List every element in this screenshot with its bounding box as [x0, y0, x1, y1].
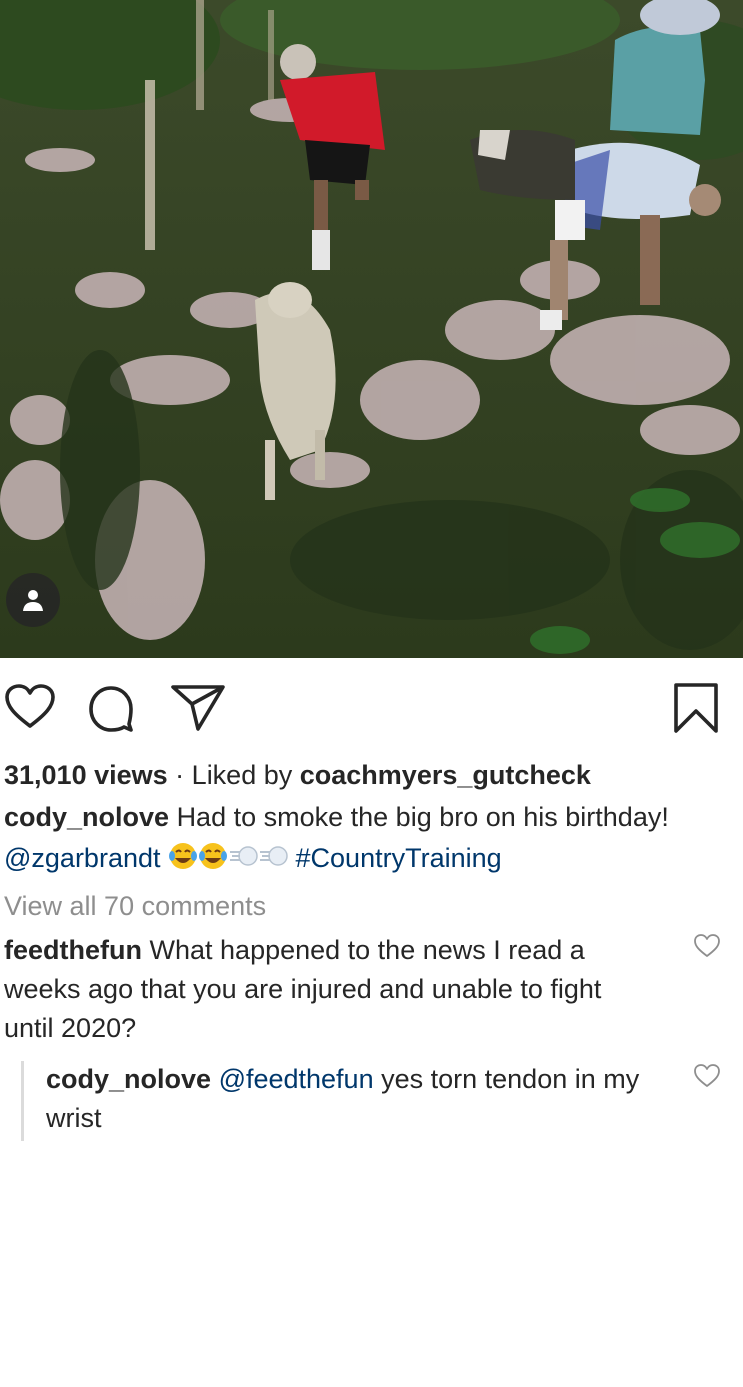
save-button[interactable] [672, 682, 720, 739]
dash-emoji-icon [228, 841, 258, 883]
caption-text: Had to smoke the big bro on his birthday… [176, 802, 669, 832]
heart-icon [694, 934, 720, 957]
bookmark-icon [674, 683, 718, 733]
user-tag-icon [23, 590, 43, 611]
heart-icon [694, 1064, 720, 1087]
tears-of-joy-emoji-icon [198, 841, 228, 883]
caption-hashtag[interactable]: #CountryTraining [296, 843, 502, 873]
caption-mention[interactable]: @zgarbrandt [4, 843, 161, 873]
reply-thread-line [21, 1061, 24, 1141]
post-action-bar [0, 658, 743, 754]
liked-by-prefix: Liked by [191, 760, 293, 790]
reply-mention[interactable]: @feedthefun [219, 1064, 374, 1094]
view-count[interactable]: 31,010 views [4, 760, 168, 790]
like-button[interactable] [4, 684, 56, 735]
video-frame-forest-scene [0, 0, 743, 658]
reply-item: cody_nolove @feedthefun yes torn tendon … [46, 1060, 653, 1138]
heart-icon [5, 684, 55, 728]
instagram-post-screen: 31,010 views · Liked by coachmyers_gutch… [0, 0, 743, 1387]
dash-emoji-icon [258, 841, 288, 883]
comment-like-button[interactable] [693, 933, 721, 964]
tears-of-joy-emoji-icon [168, 841, 198, 883]
comment-item: feedthefun What happened to the news I r… [4, 931, 653, 1048]
paper-plane-icon [171, 685, 225, 731]
view-all-comments-link[interactable]: View all 70 comments [4, 886, 733, 927]
comment-bubble-icon [89, 686, 133, 732]
separator-dot: · [175, 760, 185, 790]
liked-by-username[interactable]: coachmyers_gutcheck [300, 760, 591, 790]
comment-username[interactable]: feedthefun [4, 935, 142, 965]
tagged-users-button[interactable] [6, 573, 60, 627]
comment-button[interactable] [88, 686, 134, 737]
share-button[interactable] [170, 684, 226, 737]
post-caption: cody_nolove Had to smoke the big bro on … [4, 797, 733, 883]
post-video[interactable] [0, 0, 743, 658]
views-and-likes: 31,010 views · Liked by coachmyers_gutch… [4, 755, 733, 796]
reply-like-button[interactable] [693, 1063, 721, 1094]
reply-username[interactable]: cody_nolove [46, 1064, 211, 1094]
caption-username[interactable]: cody_nolove [4, 802, 169, 832]
